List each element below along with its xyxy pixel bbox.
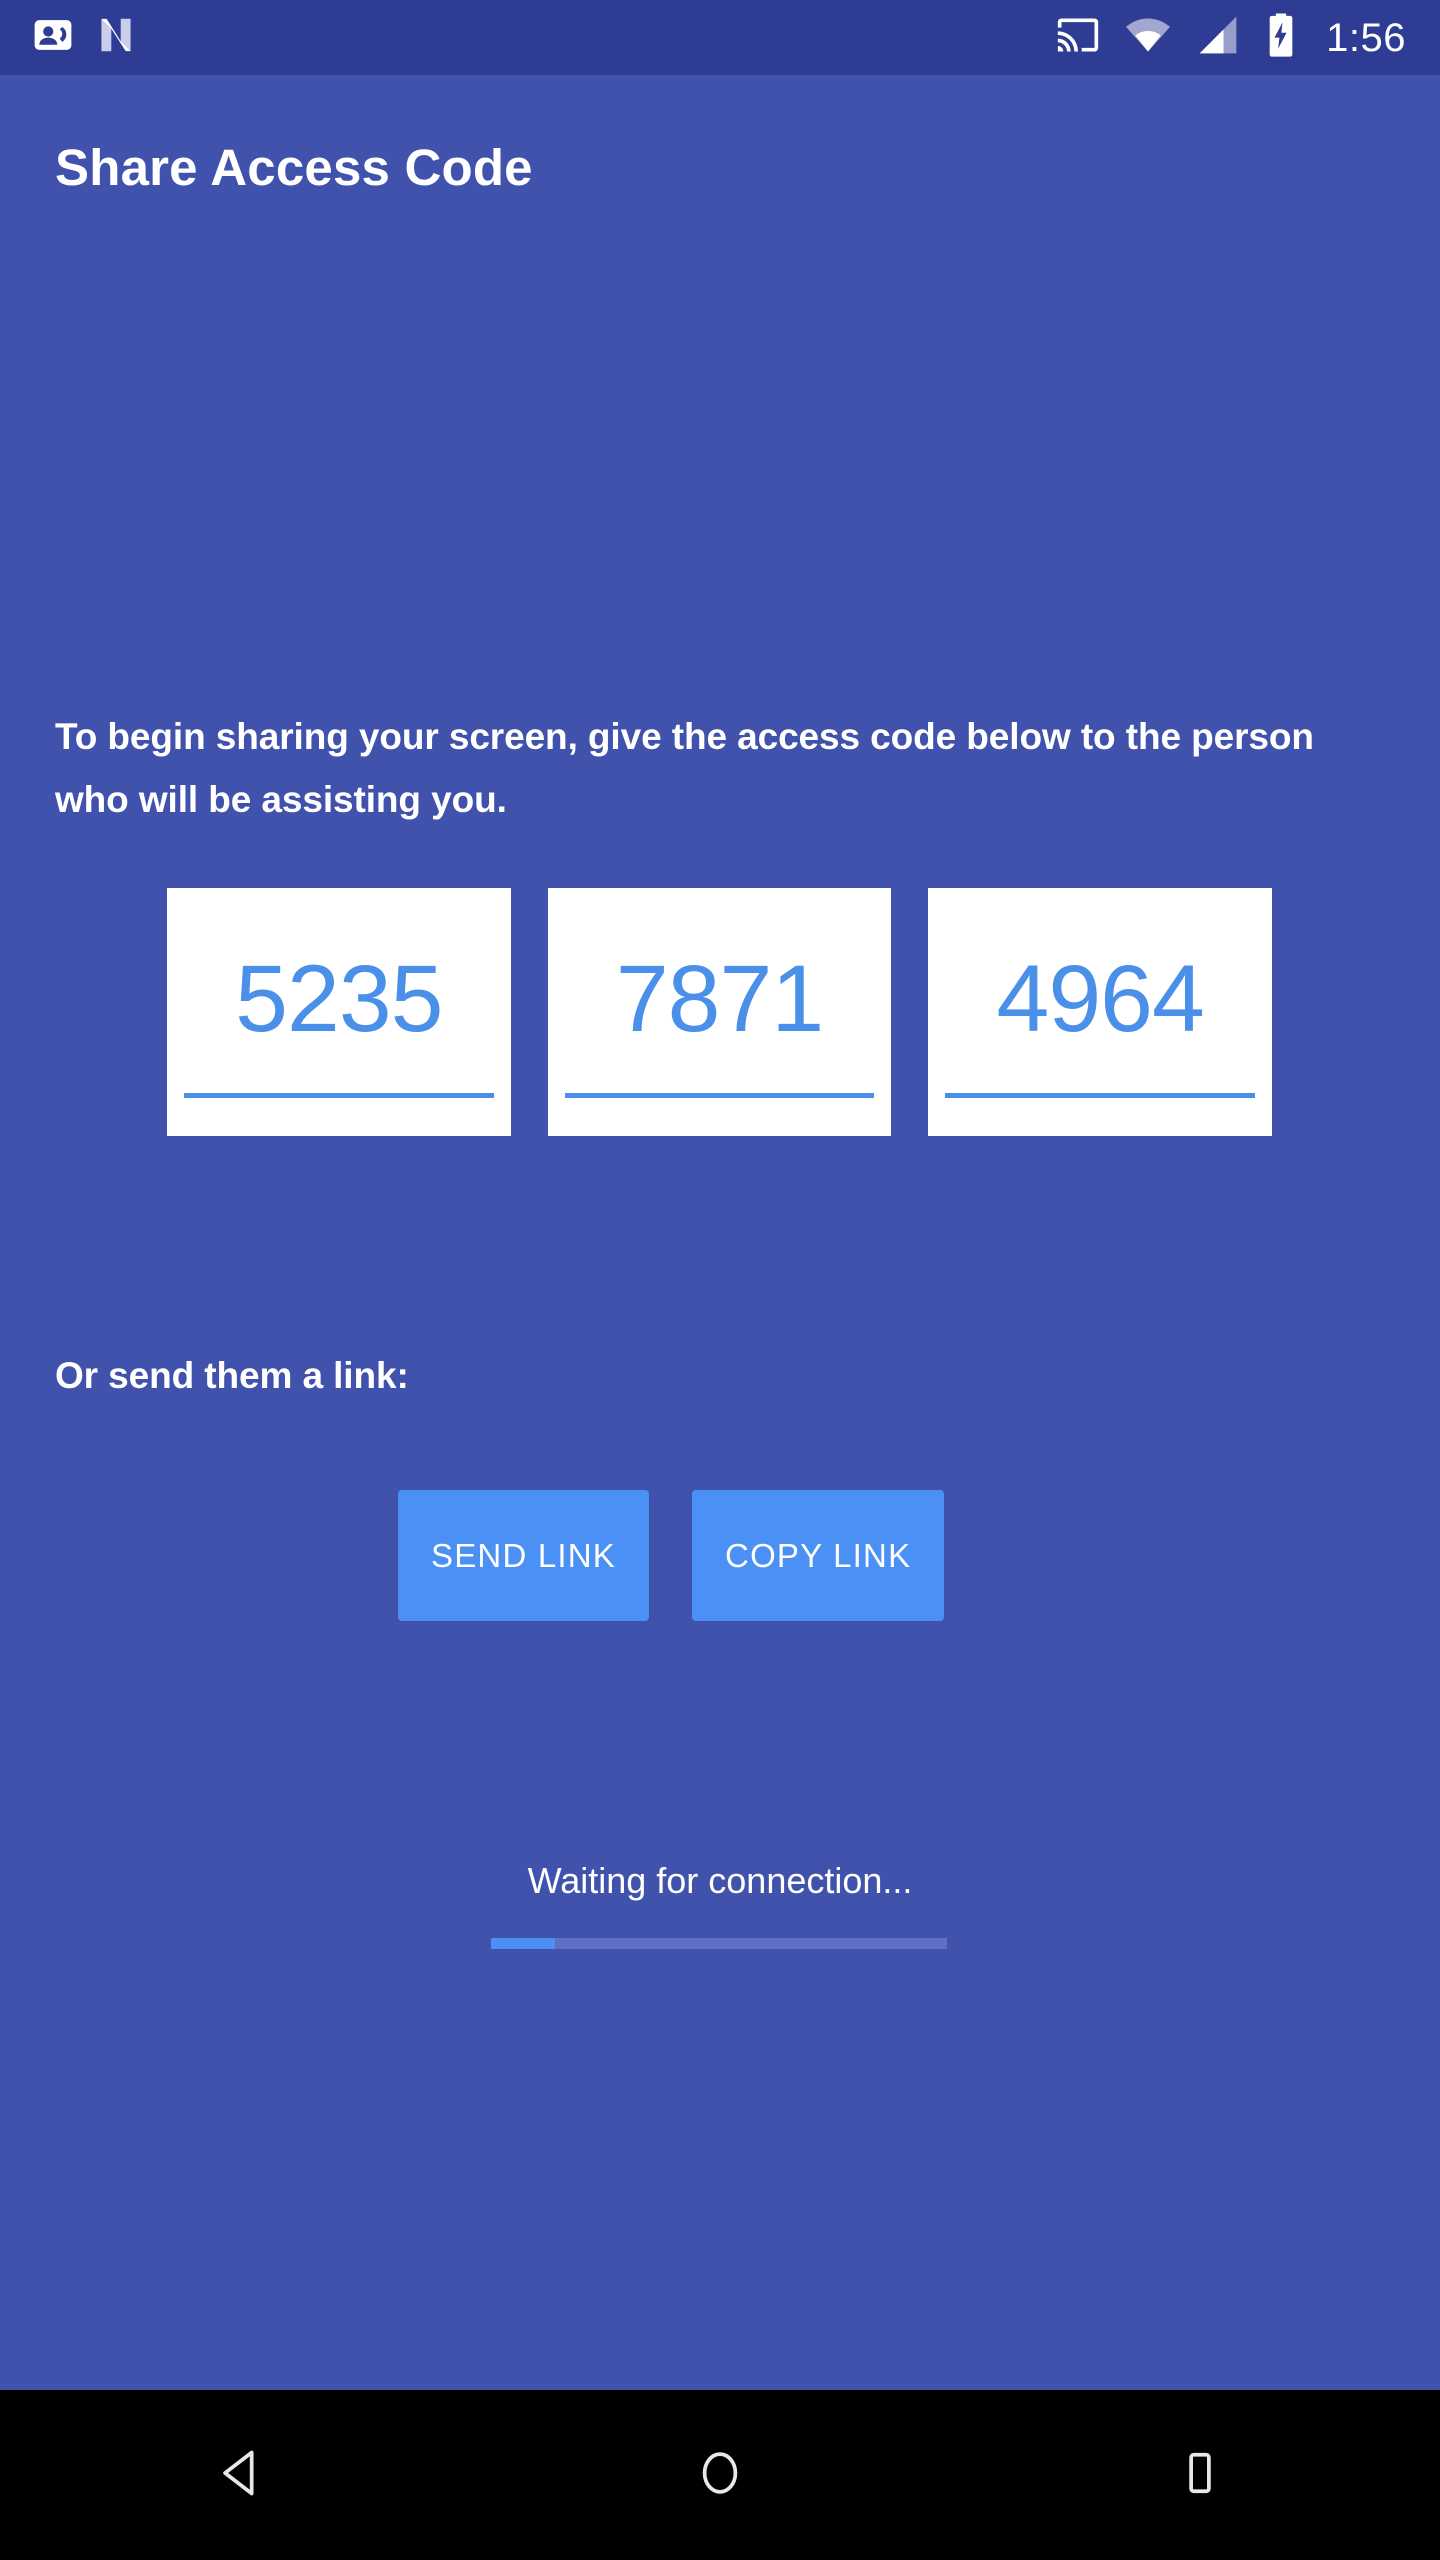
send-link-label: Or send them a link:	[55, 1355, 409, 1396]
access-code-box[interactable]: 5235	[167, 888, 511, 1136]
wifi-icon	[1126, 13, 1171, 62]
access-code-box[interactable]: 7871	[547, 888, 892, 1136]
back-triangle-icon	[212, 2445, 268, 2506]
status-bar-right-icons: 1:56	[1056, 12, 1406, 63]
access-code-box[interactable]: 4964	[928, 888, 1273, 1136]
nav-recents-button[interactable]	[1090, 2390, 1310, 2560]
status-bar: 1:56	[0, 0, 1440, 75]
nav-home-button[interactable]	[610, 2390, 830, 2560]
access-code-group: 5235 7871 4964	[167, 888, 1273, 1136]
send-link-button[interactable]: SEND LINK	[398, 1490, 650, 1621]
battery-charging-icon	[1266, 12, 1296, 63]
access-code-underline	[945, 1093, 1256, 1098]
access-code-value: 5235	[235, 945, 443, 1052]
instructions-text: To begin sharing your screen, give the a…	[55, 716, 1314, 820]
access-code-underline	[564, 1093, 875, 1098]
access-code-value: 7871	[615, 945, 824, 1052]
link-button-row: SEND LINK COPY LINK	[398, 1490, 945, 1621]
contacts-badge-icon	[32, 14, 74, 61]
nav-back-button[interactable]	[130, 2390, 350, 2560]
home-circle-icon	[692, 2445, 748, 2506]
android-nougat-icon	[96, 14, 136, 61]
connection-status-text: Waiting for connection...	[527, 1860, 913, 1901]
connection-progress-bar	[491, 1938, 947, 1949]
cellular-signal-icon	[1196, 13, 1240, 62]
status-bar-left-icons	[32, 14, 136, 61]
status-bar-clock: 1:56	[1326, 15, 1406, 60]
android-navigation-bar	[0, 2390, 1440, 2560]
cast-icon	[1056, 13, 1100, 62]
access-code-underline	[184, 1093, 494, 1098]
access-code-value: 4964	[996, 945, 1205, 1052]
page-title: Share Access Code	[55, 139, 533, 196]
phone-screen: 1:56 Share Access Code To begin sharing …	[0, 0, 1440, 2560]
connection-progress-fill	[491, 1938, 555, 1949]
recents-square-icon	[1172, 2445, 1228, 2506]
copy-link-button[interactable]: COPY LINK	[692, 1490, 945, 1621]
